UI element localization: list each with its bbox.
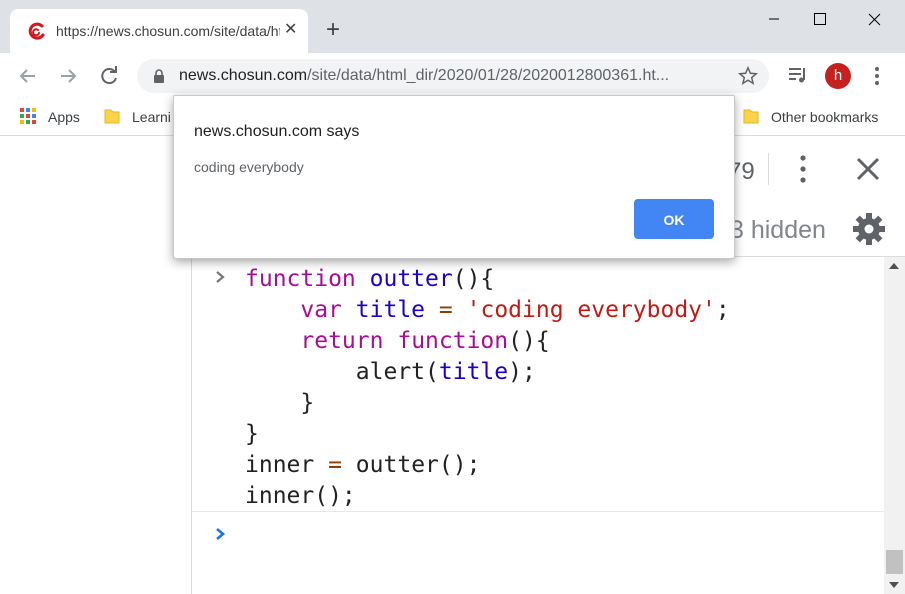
input-echo-chevron-icon: [216, 271, 225, 283]
url-path: /site/data/html_dir/2020/01/28/202001280…: [307, 67, 670, 84]
tab-strip: https://news.chosun.com/site/data/html_d…: [0, 0, 905, 53]
code-line: }: [245, 388, 730, 419]
console-code-block: function outter(){ var title = 'coding e…: [245, 264, 730, 512]
devtools-close-icon[interactable]: [855, 156, 881, 182]
minimize-window-icon[interactable]: [751, 4, 797, 34]
folder-icon: [104, 109, 120, 124]
console-output[interactable]: function outter(){ var title = 'coding e…: [192, 257, 884, 594]
browser-toolbar: news.chosun.com/site/data/html_dir/2020/…: [0, 53, 905, 99]
code-token: 'coding everybody': [466, 297, 716, 323]
code-line: }: [245, 419, 730, 450]
bookmark-star-icon[interactable]: [737, 65, 759, 87]
new-tab-button[interactable]: +: [326, 18, 340, 42]
code-token: function: [245, 266, 356, 292]
scroll-thumb[interactable]: [886, 550, 903, 574]
dialog-title: news.chosun.com says: [194, 123, 360, 140]
code-line: inner();: [245, 481, 730, 512]
scroll-up-arrow-icon[interactable]: [889, 263, 899, 269]
code-token: outter: [369, 266, 453, 292]
code-token: =: [438, 297, 453, 323]
code-token: outter();: [341, 452, 481, 478]
apps-grid-icon[interactable]: [20, 108, 36, 124]
code-token: (){: [452, 266, 495, 292]
code-token: );: [508, 359, 536, 385]
code-line: function outter(){: [245, 264, 730, 295]
bookmark-other[interactable]: Other bookmarks: [771, 108, 878, 126]
console-input-divider: [192, 511, 884, 512]
code-line: var title = 'coding everybody';: [245, 295, 730, 326]
alert-dialog: news.chosun.com says coding everybody OK: [173, 95, 735, 259]
tab-title: https://news.chosun.com/site/data/html_d…: [56, 23, 280, 39]
devtools-menu-icon[interactable]: [798, 154, 808, 184]
scroll-down-arrow-icon[interactable]: [889, 582, 899, 588]
url-host: news.chosun.com: [179, 67, 308, 84]
code-token: (){: [508, 328, 550, 354]
code-token: =: [328, 452, 342, 478]
back-arrow-icon[interactable]: [16, 64, 40, 88]
profile-avatar[interactable]: h: [825, 63, 851, 89]
bookmark-apps[interactable]: Apps: [48, 108, 80, 126]
code-token: alert(: [245, 359, 439, 385]
ok-button[interactable]: OK: [634, 199, 714, 239]
code-token: inner: [245, 452, 329, 478]
code-line: alert(title);: [245, 357, 730, 388]
hidden-messages-count[interactable]: 3 hidden: [730, 216, 826, 244]
url-text[interactable]: news.chosun.com/site/data/html_dir/2020/…: [179, 67, 719, 85]
code-token: ;: [715, 297, 730, 323]
reload-icon[interactable]: [97, 64, 121, 88]
code-token: title: [355, 297, 426, 323]
code-line: return function(){: [245, 326, 730, 357]
code-token: }: [245, 421, 259, 447]
tab-close-icon[interactable]: ✕: [284, 21, 297, 39]
close-window-icon[interactable]: [851, 4, 897, 34]
code-token: }: [245, 390, 315, 416]
code-line: inner = outter();: [245, 450, 730, 481]
code-token: function: [397, 328, 509, 354]
code-token: var: [300, 297, 342, 323]
maximize-window-icon[interactable]: [797, 4, 843, 34]
other-bookmarks-folder-icon: [743, 109, 759, 124]
toolbar-divider: [768, 153, 769, 185]
console-prompt-chevron-icon[interactable]: [214, 527, 226, 541]
code-token: inner();: [245, 483, 356, 509]
forward-arrow-icon[interactable]: [56, 64, 80, 88]
address-bar[interactable]: news.chosun.com/site/data/html_dir/2020/…: [137, 59, 769, 93]
bookmark-learning[interactable]: Learni: [132, 108, 171, 126]
code-token: title: [438, 359, 509, 385]
lock-icon[interactable]: [151, 68, 167, 84]
page-content: [0, 136, 192, 594]
chosun-favicon-icon: [28, 22, 45, 40]
browser-tab[interactable]: https://news.chosun.com/site/data/html_d…: [10, 9, 308, 53]
dialog-message: coding everybody: [194, 159, 304, 175]
browser-menu-icon[interactable]: [868, 64, 886, 88]
code-token: return: [300, 328, 384, 354]
console-scrollbar[interactable]: [884, 257, 905, 594]
console-settings-gear-icon[interactable]: [852, 212, 886, 246]
media-controls-icon[interactable]: [787, 64, 809, 86]
